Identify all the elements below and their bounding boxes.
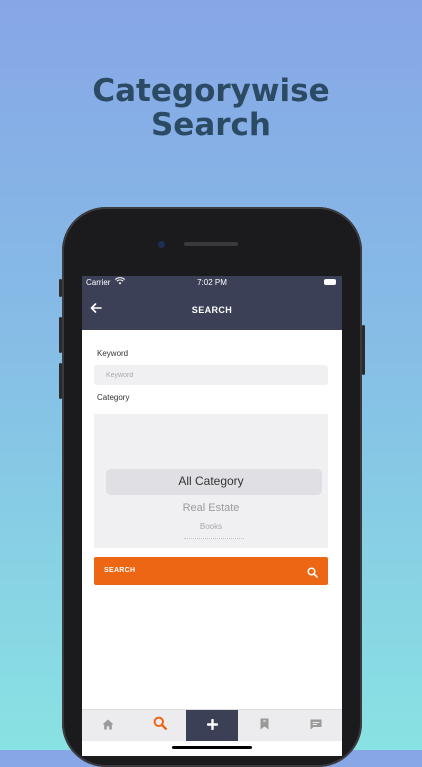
battery-icon (324, 279, 336, 285)
category-label: Category (97, 393, 130, 402)
bookmark-icon (260, 717, 269, 735)
tab-home[interactable] (82, 710, 134, 741)
keyword-label: Keyword (97, 349, 129, 358)
search-button[interactable]: SEARCH (94, 557, 328, 585)
page-title: SEARCH (191, 305, 233, 315)
tab-messages[interactable] (290, 710, 342, 741)
app-screen: Carrier 7:02 PM SEARCH Keyword Category … (82, 276, 342, 756)
mute-switch (59, 279, 62, 297)
search-icon (307, 565, 318, 583)
volume-up-button (59, 317, 62, 353)
category-option[interactable]: Books (94, 522, 328, 531)
search-icon (153, 716, 167, 735)
chat-icon (310, 717, 322, 735)
picker-fade-option (184, 538, 244, 541)
category-picker[interactable]: All Category Real Estate Books (94, 414, 328, 548)
phone-frame: Carrier 7:02 PM SEARCH Keyword Category … (59, 207, 365, 767)
tab-add[interactable] (186, 710, 238, 741)
category-option-selected[interactable]: All Category (94, 474, 328, 488)
plus-icon (206, 717, 218, 735)
bottom-tab-bar (82, 709, 342, 741)
power-button (362, 325, 365, 375)
search-button-label: SEARCH (104, 567, 136, 574)
home-indicator (172, 746, 252, 749)
category-option[interactable]: Real Estate (94, 502, 328, 514)
top-navigation-bar: SEARCH (82, 290, 342, 330)
status-bar: Carrier 7:02 PM (82, 276, 342, 290)
home-icon (102, 717, 114, 735)
headline: Categorywise Search (0, 74, 422, 142)
tab-search[interactable] (134, 710, 186, 741)
status-time: 7:02 PM (197, 278, 227, 287)
tab-bookmarks[interactable] (238, 710, 290, 741)
headline-line-2: Search (150, 107, 271, 143)
volume-down-button (59, 363, 62, 399)
front-camera (158, 241, 165, 248)
headline-line-1: Categorywise (92, 73, 330, 109)
earpiece-speaker (184, 242, 238, 246)
keyword-input[interactable] (94, 365, 328, 385)
